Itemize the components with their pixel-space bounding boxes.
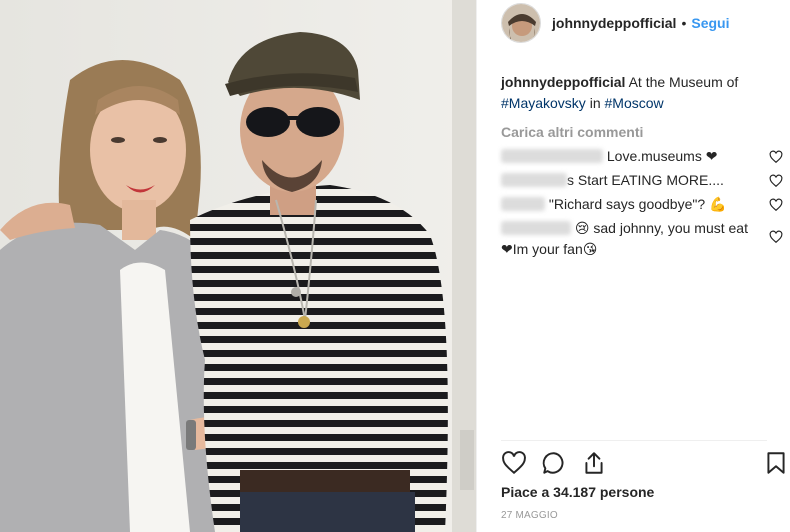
- heart-icon[interactable]: [501, 450, 527, 476]
- comment-item: Love.museums ❤: [501, 146, 783, 167]
- load-more-comments-button[interactable]: Carica altri commenti: [501, 124, 783, 140]
- hashtag-link[interactable]: #Mayakovsky: [501, 95, 586, 111]
- post-side-panel: johnnydeppofficial • Segui johnnydeppoff…: [476, 0, 790, 532]
- follow-button[interactable]: Segui: [691, 15, 729, 31]
- post-date: 27 MAGGIO: [501, 510, 558, 521]
- likes-label: Piace a: [501, 484, 550, 500]
- separator-dot: •: [681, 15, 687, 31]
- action-bar: [501, 450, 789, 478]
- share-icon[interactable]: [581, 450, 607, 476]
- comment-text: "Richard says goodbye"? 💪: [548, 196, 727, 212]
- likes-count: 34.187: [553, 484, 596, 500]
- comment-list: johnnydeppofficial At the Museum of #May…: [501, 72, 783, 260]
- likes-suffix: persone: [599, 484, 655, 500]
- avatar[interactable]: [501, 3, 541, 43]
- small-heart-icon[interactable]: [769, 150, 783, 164]
- caption-username[interactable]: johnnydeppofficial: [501, 74, 625, 90]
- blurred-username[interactable]: [501, 173, 567, 187]
- post-header: johnnydeppofficial • Segui: [477, 0, 790, 46]
- blurred-username[interactable]: [501, 197, 545, 211]
- comment-text: Love.museums ❤: [606, 148, 718, 164]
- small-heart-icon[interactable]: [769, 230, 783, 244]
- likes-summary[interactable]: Piace a 34.187 persone: [501, 484, 654, 500]
- comment-item: "Richard says goodbye"? 💪: [501, 194, 783, 215]
- post-image: [0, 0, 476, 532]
- caption-text: in: [589, 95, 601, 111]
- blurred-username[interactable]: [501, 221, 571, 235]
- bookmark-icon[interactable]: [763, 450, 789, 476]
- caption-text: At the Museum of: [628, 74, 739, 90]
- blurred-username[interactable]: [501, 149, 603, 163]
- divider: [501, 440, 767, 441]
- post-photo[interactable]: [0, 0, 476, 532]
- post-author-username[interactable]: johnnydeppofficial: [552, 15, 676, 31]
- post-caption: johnnydeppofficial At the Museum of #May…: [501, 72, 783, 114]
- comment-text: s Start EATING MORE....: [567, 172, 724, 188]
- small-heart-icon[interactable]: [769, 198, 783, 212]
- comment-item: s Start EATING MORE....: [501, 170, 783, 191]
- small-heart-icon[interactable]: [769, 174, 783, 188]
- hashtag-link[interactable]: #Moscow: [605, 95, 664, 111]
- comment-item: 😢 sad johnny, you must eat❤Im your fan😘: [501, 218, 783, 260]
- comment-bubble-icon[interactable]: [541, 450, 567, 476]
